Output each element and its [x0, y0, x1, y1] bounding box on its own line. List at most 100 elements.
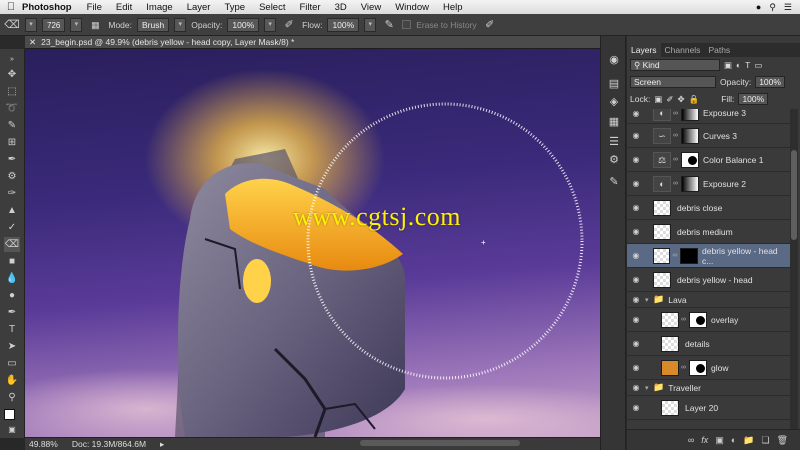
- spotlight-search-icon[interactable]: ⚲: [769, 2, 776, 13]
- brush-presets-icon[interactable]: ✎: [606, 174, 622, 190]
- menu-select[interactable]: Select: [252, 2, 292, 13]
- pressure-opacity-icon[interactable]: ✐: [281, 17, 297, 33]
- menu-image[interactable]: Image: [139, 2, 179, 13]
- menu-type[interactable]: Type: [217, 2, 252, 13]
- history-panel-icon[interactable]: ☰: [606, 134, 622, 150]
- link-layers-icon[interactable]: ∞: [688, 435, 694, 445]
- menu-file[interactable]: File: [80, 2, 109, 13]
- tool-preset-dropdown[interactable]: ▾: [25, 17, 37, 32]
- brush-panel-icon[interactable]: ▦: [87, 17, 103, 33]
- delete-layer-icon[interactable]: 🗑: [777, 435, 788, 446]
- layer-row[interactable]: ◉ ∽ ∞ Curves 3: [627, 124, 790, 148]
- layer-thumbnail[interactable]: [661, 359, 679, 376]
- layer-thumbnail[interactable]: [661, 399, 679, 416]
- group-expand-icon[interactable]: ▾: [645, 384, 653, 392]
- menu-help[interactable]: Help: [436, 2, 470, 13]
- layer-thumbnail[interactable]: [653, 271, 671, 288]
- adjustments-panel-icon[interactable]: ◈: [606, 94, 622, 110]
- visibility-eye-icon[interactable]: ◉: [627, 109, 645, 118]
- apple-menu-icon[interactable]: : [0, 1, 22, 13]
- dodge-tool-icon[interactable]: ●: [4, 288, 20, 303]
- visibility-eye-icon[interactable]: ◉: [627, 227, 645, 236]
- eyedropper-tool-icon[interactable]: ✒: [4, 152, 20, 167]
- menu-layer[interactable]: Layer: [180, 2, 218, 13]
- visibility-eye-icon[interactable]: ◉: [627, 295, 645, 304]
- add-mask-icon[interactable]: ▣: [715, 435, 724, 446]
- layer-mask-thumbnail[interactable]: [681, 175, 699, 192]
- layer-row[interactable]: ◉ debris medium: [627, 220, 790, 244]
- pressure-size-icon[interactable]: ✐: [482, 17, 498, 33]
- menu-filter[interactable]: Filter: [292, 2, 327, 13]
- layer-row[interactable]: ◉ ◐ ∞ Exposure 3: [627, 109, 790, 124]
- pen-tool-icon[interactable]: ✒: [4, 305, 20, 320]
- group-expand-icon[interactable]: ▾: [645, 296, 653, 304]
- eraser-tool-icon[interactable]: ⌫: [4, 237, 20, 252]
- properties-panel-icon[interactable]: ⚙: [606, 152, 622, 168]
- menu-3d[interactable]: 3D: [328, 2, 354, 13]
- gradient-tool-icon[interactable]: ■: [4, 254, 20, 269]
- layer-mask-thumbnail[interactable]: [681, 109, 699, 121]
- new-adjustment-icon[interactable]: ◐: [731, 435, 736, 445]
- visibility-eye-icon[interactable]: ◉: [627, 155, 645, 164]
- opacity-dropdown[interactable]: ▾: [264, 17, 277, 32]
- layer-row-selected[interactable]: ◉ ∞ debris yellow - head c...: [627, 244, 790, 268]
- app-menu[interactable]: Photoshop: [22, 2, 80, 13]
- menu-edit[interactable]: Edit: [109, 2, 139, 13]
- path-selection-tool-icon[interactable]: ➤: [4, 339, 20, 354]
- blur-tool-icon[interactable]: 💧: [4, 271, 20, 286]
- document-canvas[interactable]: + www.cgtsj.com: [25, 49, 615, 437]
- layer-row[interactable]: ◉ ⚖ ∞ Color Balance 1: [627, 148, 790, 172]
- tab-paths[interactable]: Paths: [704, 43, 734, 57]
- visibility-eye-icon[interactable]: ◉: [627, 251, 645, 260]
- layer-row[interactable]: ◉ Layer 20: [627, 396, 790, 420]
- layer-row[interactable]: ◉ debris yellow - head: [627, 268, 790, 292]
- layer-thumbnail[interactable]: [661, 335, 679, 352]
- opacity-input[interactable]: 100%: [227, 17, 260, 32]
- menu-view[interactable]: View: [354, 2, 388, 13]
- layer-thumbnail[interactable]: [653, 199, 671, 216]
- tab-channels[interactable]: Channels: [661, 43, 705, 57]
- shape-tool-icon[interactable]: ▭: [4, 356, 20, 371]
- eraser-tool-preset-icon[interactable]: ⌫: [4, 17, 20, 33]
- brush-size-picker[interactable]: 726: [42, 17, 66, 32]
- layers-scroll-thumb[interactable]: [791, 150, 797, 240]
- airbrush-icon[interactable]: ✎: [381, 17, 397, 33]
- close-tab-icon[interactable]: ✕: [29, 37, 36, 48]
- lock-image-icon[interactable]: ✐: [666, 94, 673, 105]
- layer-row[interactable]: ◉ ∞ overlay: [627, 308, 790, 332]
- filter-adjust-icon[interactable]: ◐: [736, 60, 741, 70]
- layer-mask-thumbnail[interactable]: [689, 359, 707, 376]
- zoom-level[interactable]: 49.88%: [29, 439, 58, 449]
- layer-mask-thumbnail[interactable]: [681, 127, 699, 144]
- filter-pixel-icon[interactable]: ▣: [724, 60, 732, 71]
- visibility-eye-icon[interactable]: ◉: [627, 275, 645, 284]
- visibility-eye-icon[interactable]: ◉: [627, 131, 645, 140]
- flow-dropdown[interactable]: ▾: [364, 17, 377, 32]
- flow-input[interactable]: 100%: [327, 17, 360, 32]
- layer-opacity-input[interactable]: 100%: [755, 76, 785, 88]
- styles-panel-icon[interactable]: ▦: [606, 114, 622, 130]
- swatches-panel-icon[interactable]: ▤: [606, 76, 622, 92]
- visibility-eye-icon[interactable]: ◉: [627, 179, 645, 188]
- group-row[interactable]: ◉ ▾ 📁 Lava: [627, 292, 790, 308]
- layer-thumbnail[interactable]: [652, 247, 671, 264]
- blend-mode-select[interactable]: Screen: [630, 76, 716, 88]
- history-brush-tool-icon[interactable]: ✓: [4, 220, 20, 235]
- status-icon[interactable]: ●: [756, 2, 761, 13]
- color-panel-icon[interactable]: ◉: [606, 52, 622, 68]
- visibility-eye-icon[interactable]: ◉: [627, 315, 645, 324]
- list-icon[interactable]: ☰: [784, 2, 792, 13]
- quick-mask-icon[interactable]: ▣: [4, 422, 20, 437]
- new-layer-icon[interactable]: ❏: [761, 435, 769, 446]
- filter-shape-icon[interactable]: ▭: [754, 60, 762, 71]
- visibility-eye-icon[interactable]: ◉: [627, 339, 645, 348]
- visibility-eye-icon[interactable]: ◉: [627, 363, 645, 372]
- mode-dropdown[interactable]: ▾: [174, 17, 187, 32]
- layer-row[interactable]: ◉ details: [627, 332, 790, 356]
- layer-thumbnail[interactable]: [653, 223, 671, 240]
- brush-panel-toggle[interactable]: ▾: [70, 17, 83, 32]
- document-tab[interactable]: ✕ 23_begin.psd @ 49.9% (debris yellow - …: [25, 36, 600, 49]
- filter-kind-select[interactable]: ⚲ Kind: [630, 59, 720, 71]
- type-tool-icon[interactable]: T: [4, 322, 20, 337]
- status-menu-arrow-icon[interactable]: ▸: [160, 439, 164, 450]
